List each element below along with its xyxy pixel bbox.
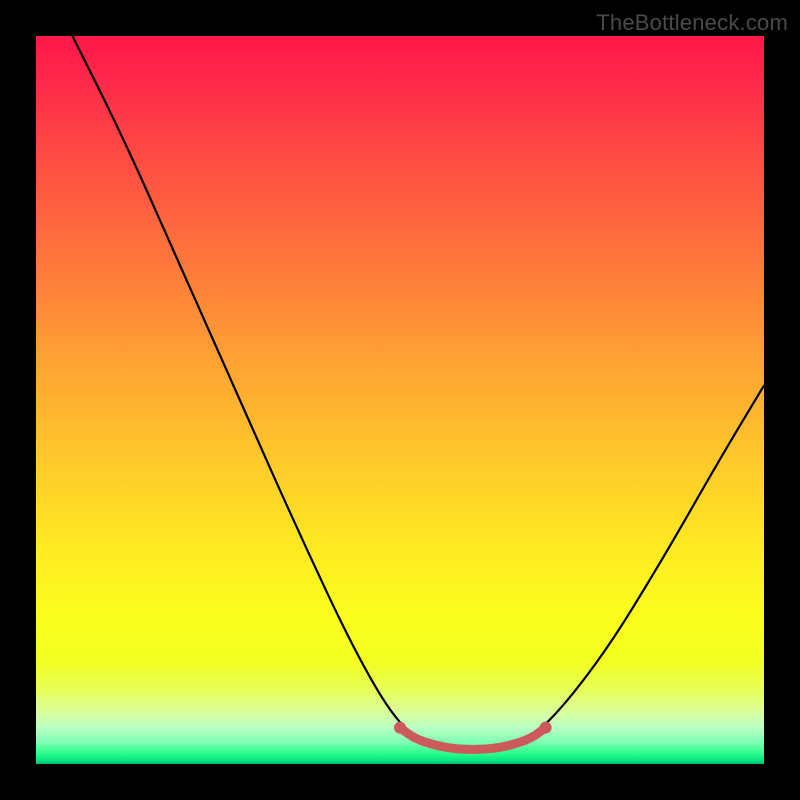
highlight-segment	[400, 728, 546, 750]
curve-svg	[36, 36, 764, 764]
chart-frame: TheBottleneck.com	[0, 0, 800, 800]
watermark-text: TheBottleneck.com	[596, 10, 788, 36]
plot-area	[36, 36, 764, 764]
bottleneck-curve	[72, 36, 764, 749]
highlight-markers	[394, 722, 552, 734]
highlight-marker	[540, 722, 552, 734]
highlight-marker	[394, 722, 406, 734]
